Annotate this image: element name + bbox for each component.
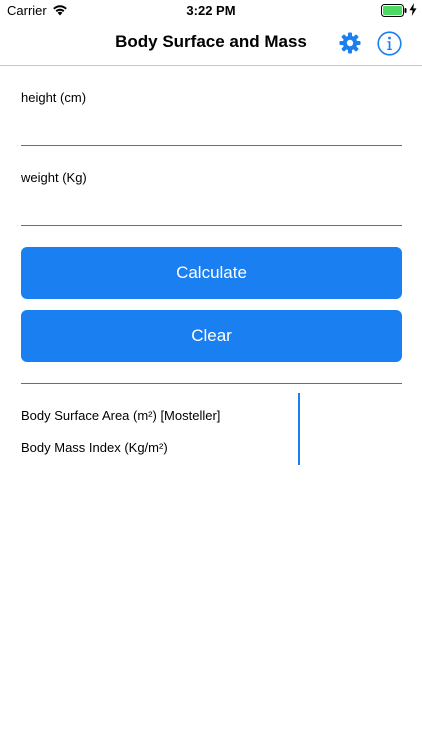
height-input[interactable] bbox=[21, 116, 402, 146]
charging-icon bbox=[409, 3, 417, 16]
results-divider bbox=[21, 383, 402, 384]
bsa-label: Body Surface Area (m²) [Mosteller] bbox=[21, 408, 221, 423]
weight-input[interactable] bbox=[21, 196, 402, 226]
navigation-bar: Body Surface and Mass bbox=[0, 22, 422, 66]
battery-icon bbox=[381, 4, 407, 17]
bmi-label: Body Mass Index (Kg/m²) bbox=[21, 440, 168, 455]
results-column-divider bbox=[298, 393, 300, 465]
info-icon[interactable] bbox=[377, 31, 402, 56]
clear-button[interactable]: Clear bbox=[21, 310, 402, 362]
status-time: 3:22 PM bbox=[186, 3, 236, 18]
app-screen: Carrier 3:22 PM Body Surface and Mass he… bbox=[0, 0, 422, 750]
height-label: height (cm) bbox=[21, 90, 87, 105]
weight-label: weight (Kg) bbox=[21, 170, 87, 185]
status-bar: Carrier 3:22 PM bbox=[0, 0, 422, 22]
calculate-button[interactable]: Calculate bbox=[21, 247, 402, 299]
gear-icon[interactable] bbox=[338, 31, 362, 55]
